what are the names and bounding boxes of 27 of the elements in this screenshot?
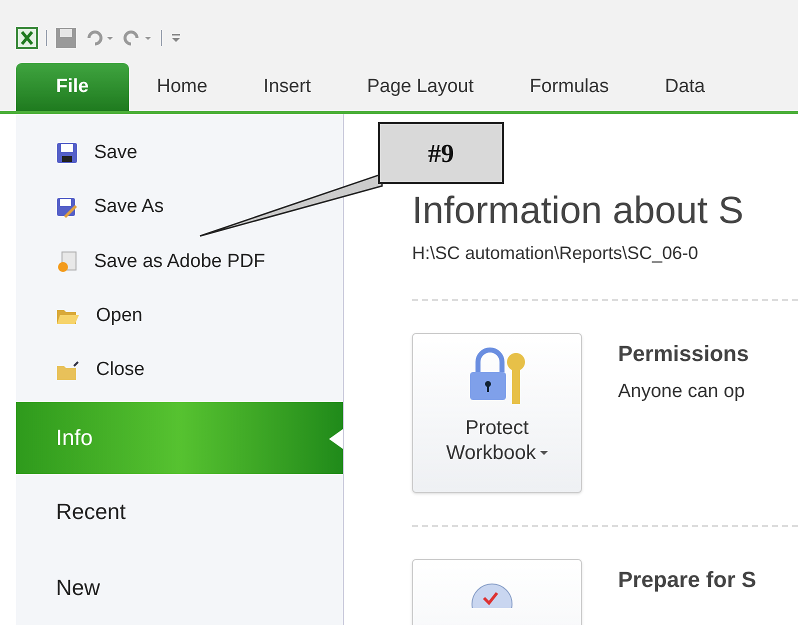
menu-page-tab[interactable]: Recent xyxy=(16,474,343,550)
spreadsheet-logo-icon[interactable] xyxy=(16,27,38,49)
menu-command[interactable]: Open xyxy=(16,289,343,344)
menu-page-tab[interactable]: New xyxy=(16,549,343,625)
menu-command[interactable]: Save xyxy=(16,126,343,180)
section-heading: Permissions xyxy=(618,340,749,368)
ribbon-tab[interactable]: Formulas xyxy=(502,63,637,111)
redo-icon[interactable] xyxy=(123,28,153,48)
ribbon-tab[interactable]: Insert xyxy=(235,63,339,111)
section-heading: Prepare for S xyxy=(618,566,756,594)
ribbon-tab[interactable]: Page Layout xyxy=(338,63,502,111)
ribbon-tab[interactable]: File xyxy=(16,63,129,111)
folder-icon xyxy=(56,360,80,382)
ribbon-tab[interactable]: Home xyxy=(128,63,236,111)
floppy-pencil-icon xyxy=(56,196,78,219)
file-path: H:\SC automation\Reports\SC_06-0 xyxy=(412,242,700,265)
info-title: Information about S xyxy=(412,189,745,234)
section-description: Anyone can op xyxy=(618,380,746,404)
menu-command[interactable]: Save as Adobe PDF xyxy=(16,234,343,290)
section-button[interactable]: Protect Workbook xyxy=(412,332,582,492)
caret-icon xyxy=(540,451,548,455)
ribbon-tab[interactable]: Data xyxy=(636,63,733,111)
menu-command[interactable]: Close xyxy=(16,343,343,398)
document-star-icon xyxy=(56,250,78,273)
undo-icon[interactable] xyxy=(85,28,115,48)
callout-box: #9 xyxy=(378,122,504,184)
customize-menu-icon[interactable] xyxy=(170,31,182,45)
